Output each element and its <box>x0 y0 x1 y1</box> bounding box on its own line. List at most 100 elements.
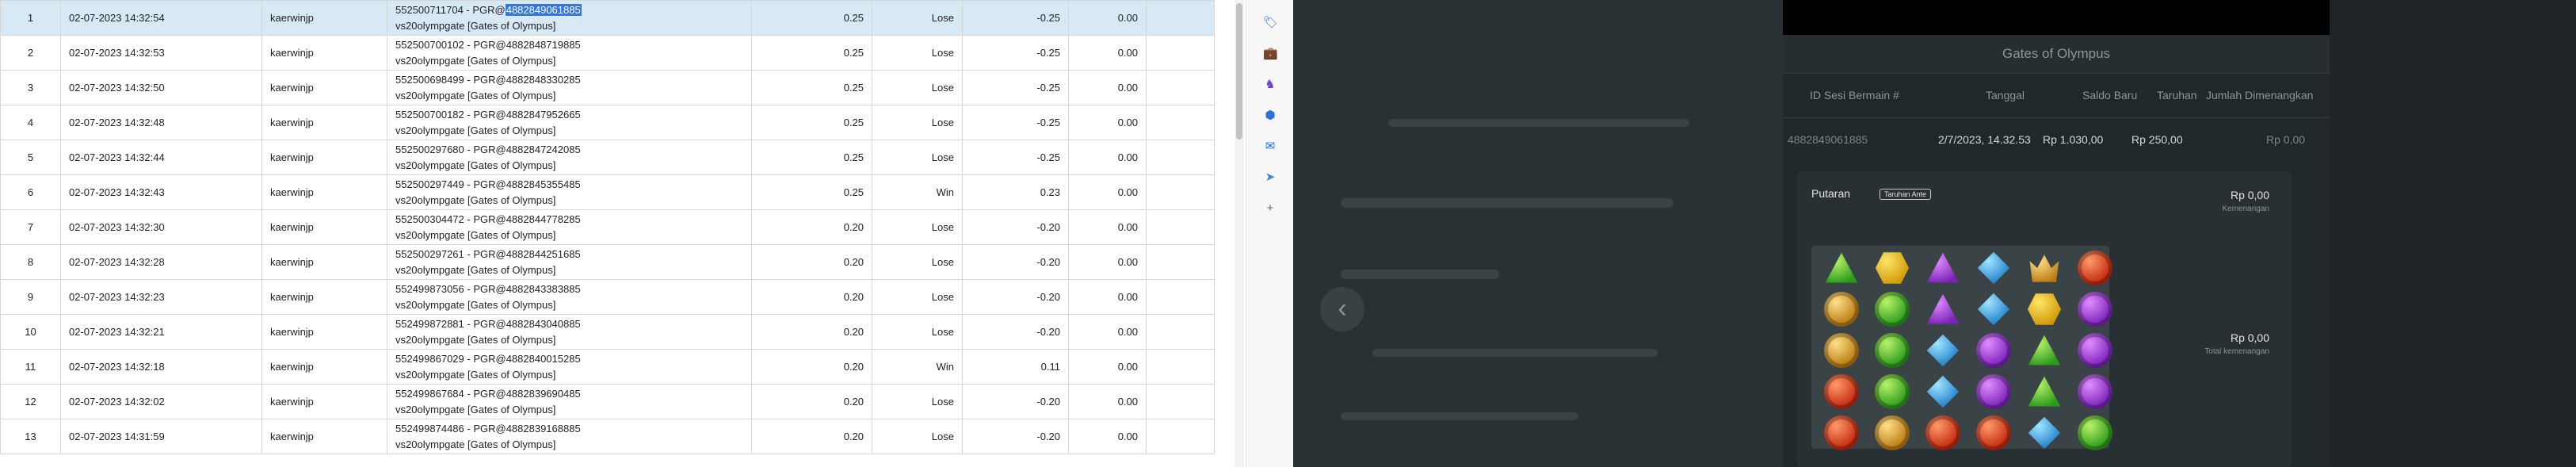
game-ref-line: 552500297261 - PGR@4882844251685 <box>395 247 743 262</box>
row-number: 5 <box>0 140 61 175</box>
table-row[interactable]: 12 02-07-2023 14:32:02 kaerwinjp 5524998676… <box>0 384 1215 419</box>
game-name-line: vs20olympgate [Gates of Olympus] <box>395 298 556 311</box>
cell-session-id: 4882849061885 <box>1788 133 1868 146</box>
chess-icon[interactable]: ♞ <box>1263 78 1277 92</box>
round-id[interactable]: 4882848330285 <box>506 74 581 86</box>
reel-cell <box>1970 415 2017 454</box>
gold-ring-symbol-icon <box>1824 333 1859 368</box>
game-cell: 552499874486 - PGR@4882839168885 vs20olym… <box>387 419 752 454</box>
gold-ring-symbol-icon <box>1824 292 1859 327</box>
round-id[interactable]: 4882848719885 <box>506 39 581 51</box>
table-row[interactable]: 11 02-07-2023 14:32:18 kaerwinjp 5524998670… <box>0 349 1215 385</box>
game-ref-line: 552499873056 - PGR@4882843383885 <box>395 281 743 297</box>
gold-ring-symbol-icon <box>1875 415 1910 450</box>
table-row[interactable]: 4 02-07-2023 14:32:48 kaerwinjp 55250070018… <box>0 105 1215 140</box>
reel-cell <box>2021 333 2068 371</box>
spacer-cell <box>1146 244 1215 280</box>
winloss-cell: -0.25 <box>962 35 1069 71</box>
office-icon[interactable]: ⬢ <box>1263 109 1277 123</box>
datetime-cell: 02-07-2023 14:32:43 <box>60 174 262 210</box>
plus-icon[interactable]: + <box>1263 201 1277 216</box>
datetime-cell: 02-07-2023 14:32:02 <box>60 384 262 419</box>
green-triangle-symbol-icon <box>1825 252 1858 283</box>
winloss-cell: -0.20 <box>962 209 1069 245</box>
game-name-line: vs20olympgate [Gates of Olympus] <box>395 368 556 381</box>
table-row[interactable]: 8 02-07-2023 14:32:28 kaerwinjp 55250029726… <box>0 244 1215 280</box>
result-cell: Lose <box>872 0 963 36</box>
balance-cell: 0.00 <box>1068 0 1147 36</box>
table-row[interactable]: 3 02-07-2023 14:32:50 kaerwinjp 55250069849… <box>0 70 1215 105</box>
table-row[interactable]: 1 02-07-2023 14:32:54 kaerwinjp 55250071170… <box>0 0 1215 36</box>
table-row[interactable]: 13 02-07-2023 14:31:59 kaerwinjp 5524998744… <box>0 419 1215 454</box>
balance-cell: 0.00 <box>1068 419 1147 454</box>
bet-cell: 0.20 <box>751 349 872 385</box>
green-ring-symbol-icon <box>1875 374 1910 409</box>
send-icon[interactable]: ➤ <box>1263 170 1277 185</box>
game-name-line: vs20olympgate [Gates of Olympus] <box>395 159 556 171</box>
table-row[interactable]: 10 02-07-2023 14:32:21 kaerwinjp 5524998728… <box>0 314 1215 350</box>
cell-win: Rp 0,00 <box>2266 133 2306 146</box>
bet-cell: 0.20 <box>751 209 872 245</box>
reel-cell <box>1919 415 1967 454</box>
reel-cell <box>1868 292 1916 330</box>
username-cell: kaerwinjp <box>261 244 387 280</box>
tag-icon[interactable]: 🏷 <box>1263 16 1278 30</box>
row-number: 8 <box>0 244 61 280</box>
winloss-cell: -0.25 <box>962 105 1069 140</box>
round-id[interactable]: 4882839168885 <box>506 423 581 434</box>
username-cell: kaerwinjp <box>261 209 387 245</box>
game-name-line: vs20olympgate [Gates of Olympus] <box>395 19 556 32</box>
table-row[interactable]: 9 02-07-2023 14:32:23 kaerwinjp 55249987305… <box>0 279 1215 315</box>
game-cell: 552500700182 - PGR@4882847952665 vs20olym… <box>387 105 752 140</box>
reel-cell <box>1970 251 2017 289</box>
reel-cell <box>2071 251 2119 289</box>
game-cell: 552500297449 - PGR@4882845355485 vs20olym… <box>387 174 752 210</box>
round-ref-prefix: 552499872881 - PGR@ <box>395 317 506 330</box>
round-id[interactable]: 4882844778285 <box>506 213 581 225</box>
table-row[interactable]: 5 02-07-2023 14:32:44 kaerwinjp 55250029768… <box>0 140 1215 175</box>
table-row[interactable]: 7 02-07-2023 14:32:30 kaerwinjp 55250030447… <box>0 209 1215 245</box>
total-win-amount: Rp 0,00 <box>2230 331 2269 344</box>
outlook-icon[interactable]: ✉ <box>1263 140 1277 154</box>
briefcase-icon[interactable]: 💼 <box>1263 47 1278 61</box>
modal-top-band <box>1783 0 2330 35</box>
spacer-cell <box>1146 314 1215 350</box>
round-id[interactable]: 4882847952665 <box>506 109 581 121</box>
row-number: 1 <box>0 0 61 36</box>
prev-arrow-button[interactable]: ‹ <box>1320 287 1364 331</box>
round-id[interactable]: 4882847242085 <box>506 144 581 155</box>
round-id[interactable]: 4882843383885 <box>506 283 581 295</box>
round-id[interactable]: 4882845355485 <box>506 178 581 190</box>
balance-cell: 0.00 <box>1068 209 1147 245</box>
datetime-cell: 02-07-2023 14:32:54 <box>60 0 262 36</box>
datetime-cell: 02-07-2023 14:32:21 <box>60 314 262 350</box>
round-id[interactable]: 4882840015285 <box>506 353 581 365</box>
header-win: Jumlah Dimenangkan <box>2206 89 2314 101</box>
reel-cell <box>1868 374 1916 412</box>
green-triangle-symbol-icon <box>2028 376 2061 407</box>
reel-grid <box>1811 246 2112 450</box>
game-cell: 552500297680 - PGR@4882847242085 vs20olym… <box>387 140 752 175</box>
username-cell: kaerwinjp <box>261 140 387 175</box>
table-row[interactable]: 6 02-07-2023 14:32:43 kaerwinjp 55250029744… <box>0 174 1215 210</box>
result-cell: Lose <box>872 209 963 245</box>
round-id[interactable]: 4882844251685 <box>506 248 581 260</box>
round-ref-prefix: 552500297261 - PGR@ <box>395 247 506 260</box>
username-cell: kaerwinjp <box>261 35 387 71</box>
reel-cell <box>1868 333 1916 371</box>
red-ring-symbol-icon <box>1824 374 1859 409</box>
spacer-cell <box>1146 35 1215 71</box>
round-id[interactable]: 4882839690485 <box>506 388 581 400</box>
datetime-cell: 02-07-2023 14:32:23 <box>60 279 262 315</box>
result-cell: Lose <box>872 419 963 454</box>
table-scrollbar-thumb[interactable] <box>1236 3 1242 140</box>
round-ref-prefix: 552499867029 - PGR@ <box>395 352 506 365</box>
game-ref-line: 552500698499 - PGR@4882848330285 <box>395 72 743 88</box>
balance-cell: 0.00 <box>1068 314 1147 350</box>
game-name-line: vs20olympgate [Gates of Olympus] <box>395 228 556 241</box>
round-id[interactable]: 4882843040885 <box>506 318 581 330</box>
winloss-cell: 0.11 <box>962 349 1069 385</box>
table-row[interactable]: 2 02-07-2023 14:32:53 kaerwinjp 55250070010… <box>0 35 1215 71</box>
game-ref-line: 552500700182 - PGR@4882847952665 <box>395 107 743 123</box>
round-id[interactable]: 4882849061885 <box>505 3 582 16</box>
